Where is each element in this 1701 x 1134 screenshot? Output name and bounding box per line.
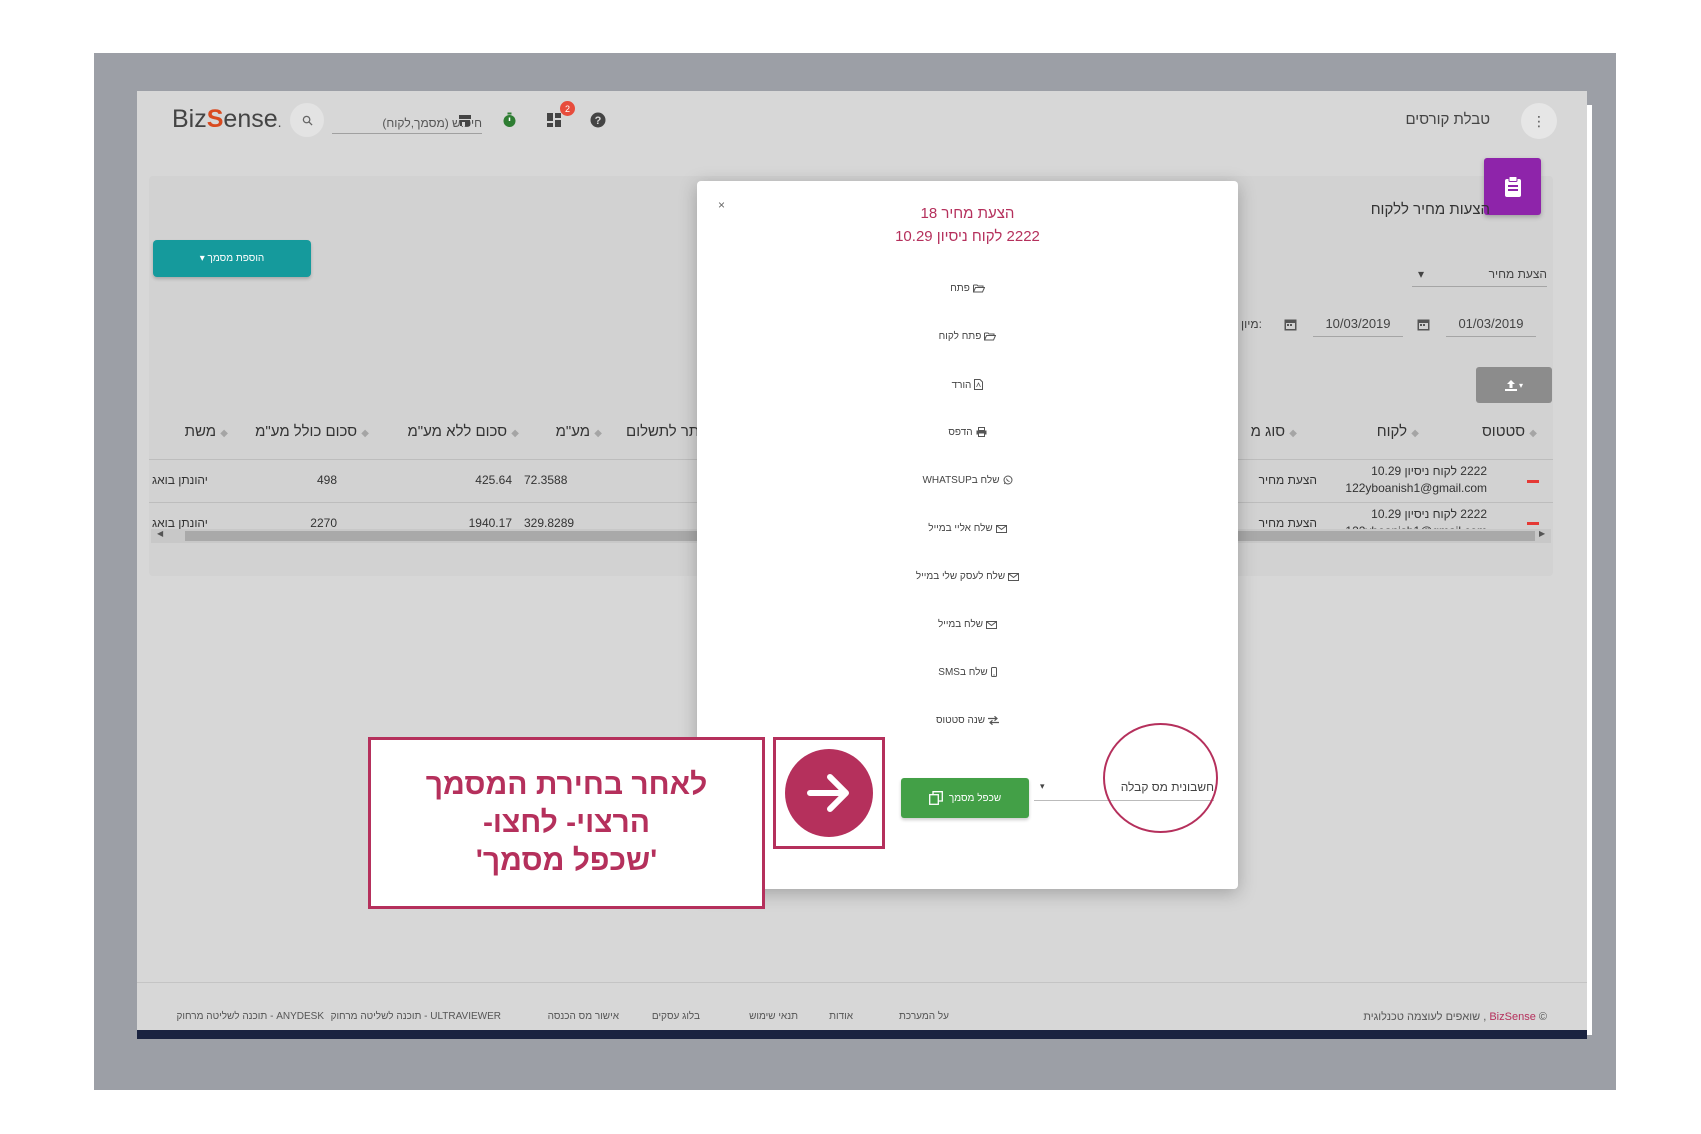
modal-title: הצעת מחיר 18: [920, 205, 1015, 222]
column-header-vat[interactable]: ◆ מע"מ: [556, 423, 602, 440]
svg-text:?: ?: [595, 115, 602, 127]
footer-divider: [137, 982, 1587, 983]
action-open[interactable]: פתח: [697, 283, 1238, 294]
add-document-button[interactable]: הוספת מסמך ▾: [153, 240, 311, 277]
action-send-sms[interactable]: שלח בSMS: [697, 667, 1238, 678]
table-cell-user: יהונתן בואג: [152, 516, 208, 530]
callout-arrow-box: [773, 737, 885, 849]
action-send-mail[interactable]: שלח במייל: [697, 619, 1238, 630]
copyright-text: © BizSense , שואפים לעוצמה טכנלוגית: [1363, 1011, 1547, 1023]
table-cell-doc-type: הצעת מחיר: [1258, 516, 1317, 530]
stopwatch-icon[interactable]: [500, 111, 518, 129]
help-icon[interactable]: ?: [589, 111, 607, 129]
export-icon: [1504, 379, 1517, 391]
table-cell-client-email: 122yboanish1@gmail.com: [1345, 481, 1487, 495]
bizsense-logo[interactable]: BizSense.: [172, 105, 282, 134]
kebab-menu-button[interactable]: ⋮: [1521, 103, 1557, 139]
export-button[interactable]: ▾: [1476, 367, 1552, 403]
card-title: הצעות מחיר ללקוח: [1370, 201, 1490, 218]
table-cell-vat: 329.8289: [524, 516, 575, 530]
table-cell-vat: 72.3588: [524, 473, 568, 487]
folder-open-icon: [984, 332, 997, 341]
action-download[interactable]: הורד: [697, 379, 1238, 391]
table-cell-sum-no-vat: 425.64: [475, 473, 512, 487]
action-send-to-business-mail[interactable]: שלח לעסק שלי במייל: [697, 571, 1238, 582]
callout-line-2: הרצוי- לחצו-: [482, 806, 651, 839]
scroll-left-icon[interactable]: ◀: [157, 529, 163, 538]
remove-row-icon[interactable]: [1527, 522, 1539, 525]
document-type-select[interactable]: הצעת מחיר ▾: [1412, 261, 1547, 287]
calendar-icon[interactable]: [1284, 318, 1297, 331]
table-cell-sum-no-vat: 1940.17: [468, 516, 512, 530]
sort-label: מיון:: [1241, 317, 1262, 331]
document-type-value: הצעת מחיר: [1488, 266, 1547, 281]
pdf-file-icon: [974, 379, 984, 390]
table-cell-client-name[interactable]: 2222 לקוח ניסיון 10.29: [1371, 464, 1487, 478]
app-title: טבלת קורסים: [1405, 111, 1490, 128]
os-taskbar: [137, 1030, 1587, 1039]
table-cell-sum-with-vat: 2270: [310, 516, 337, 530]
mobile-phone-icon: [990, 667, 997, 677]
chevron-down-icon: ▾: [1518, 380, 1523, 390]
column-header-sum-no-vat[interactable]: ◆ סכום ללא מע"מ: [407, 423, 519, 440]
envelope-icon: [995, 525, 1007, 533]
callout-line-1: לאחר בחירת המסמך: [425, 768, 708, 801]
chevron-down-icon: ▾: [1418, 266, 1425, 281]
remove-row-icon[interactable]: [1527, 480, 1539, 483]
duplicate-document-button[interactable]: שכפל מסמך: [901, 778, 1029, 818]
action-open-client[interactable]: פתח לקוח: [697, 331, 1238, 342]
column-header-client[interactable]: ◆ לקוח: [1377, 423, 1419, 440]
chevron-down-icon: ▾: [1040, 781, 1045, 791]
column-header-status[interactable]: ◆ סטטוס: [1482, 423, 1537, 440]
envelope-icon: [986, 621, 998, 629]
search-icon: [302, 115, 313, 126]
envelope-icon: [1008, 573, 1020, 581]
column-header-doc-type[interactable]: ◆ סוג מ: [1251, 423, 1297, 440]
footer-link-about[interactable]: אודות: [829, 1011, 853, 1022]
footer-link-tax-approval[interactable]: אישור מס הכנסה: [548, 1011, 619, 1022]
calendar-icon[interactable]: [1417, 318, 1430, 331]
table-cell-user: יהונתן בואג: [152, 473, 208, 487]
dashboard-icon[interactable]: [545, 111, 563, 129]
window-edge: [1587, 105, 1592, 1035]
column-header-user[interactable]: ◆ משת: [185, 423, 228, 440]
copy-icon: [928, 791, 943, 805]
table-cell-client-name[interactable]: 2222 לקוח ניסיון 10.29: [1371, 507, 1487, 521]
callout-line-3: 'שכפל מסמך': [475, 844, 658, 877]
footer-link-about-system[interactable]: על המערכת: [899, 1011, 949, 1022]
footer-link-ultraviewer[interactable]: ULTRAVIEWER - תוכנה לשליטה מרחוק: [331, 1011, 501, 1022]
action-print[interactable]: הדפס: [697, 427, 1238, 438]
table-cell-doc-type: הצעת מחיר: [1258, 473, 1317, 487]
action-send-whatsapp[interactable]: שלח בWHATSUP: [697, 475, 1238, 486]
more-vertical-icon: ⋮: [1532, 112, 1546, 129]
modal-subtitle: 2222 לקוח ניסיון 10.29: [895, 228, 1040, 245]
search-button[interactable]: [290, 103, 324, 137]
table-cell-sum-with-vat: 498: [316, 473, 337, 487]
footer-link-terms[interactable]: תנאי שימוש: [749, 1011, 798, 1022]
whatsapp-icon: [1003, 475, 1012, 485]
instruction-callout: לאחר בחירת המסמך הרצוי- לחצו- 'שכפל מסמך…: [368, 737, 765, 909]
highlight-circle-annotation: [1103, 723, 1218, 833]
column-header-sum-with-vat[interactable]: ◆ סכום כולל מע"מ: [255, 423, 369, 440]
arrow-right-icon: [785, 749, 873, 837]
clipboard-icon: [1484, 158, 1541, 215]
store-icon[interactable]: [456, 111, 474, 129]
exchange-icon: [988, 715, 1000, 726]
print-icon: [976, 427, 987, 437]
footer-link-blog[interactable]: בלוג עסקים: [652, 1011, 700, 1022]
date-to-field[interactable]: 10/03/2019: [1313, 311, 1403, 337]
footer-link-anydesk[interactable]: ANYDESK - תוכנה לשליטה מרחוק: [177, 1011, 324, 1022]
scroll-right-icon[interactable]: ▶: [1539, 529, 1545, 538]
folder-open-icon: [972, 284, 986, 293]
date-from-field[interactable]: 01/03/2019: [1446, 311, 1536, 337]
action-send-to-me-mail[interactable]: שלח אליי במייל: [697, 523, 1238, 534]
